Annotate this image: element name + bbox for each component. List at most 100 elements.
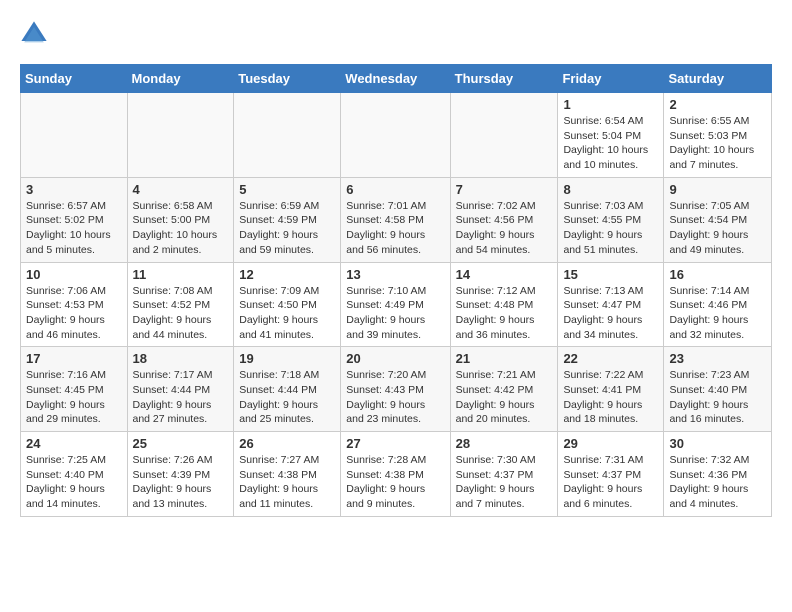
day-number: 25 <box>133 436 229 451</box>
day-cell: 8 Sunrise: 7:03 AM Sunset: 4:55 PM Daylig… <box>558 177 664 262</box>
day-number: 28 <box>456 436 553 451</box>
day-number: 24 <box>26 436 122 451</box>
day-info: Sunrise: 6:57 AM Sunset: 5:02 PM Dayligh… <box>26 199 122 258</box>
day-cell: 20 Sunrise: 7:20 AM Sunset: 4:43 PM Dayli… <box>341 347 450 432</box>
day-cell: 13 Sunrise: 7:10 AM Sunset: 4:49 PM Dayli… <box>341 262 450 347</box>
day-number: 18 <box>133 351 229 366</box>
day-number: 9 <box>669 182 766 197</box>
week-row-5: 24 Sunrise: 7:25 AM Sunset: 4:40 PM Dayli… <box>21 432 772 517</box>
week-row-2: 3 Sunrise: 6:57 AM Sunset: 5:02 PM Daylig… <box>21 177 772 262</box>
header-wednesday: Wednesday <box>341 65 450 93</box>
day-cell: 18 Sunrise: 7:17 AM Sunset: 4:44 PM Dayli… <box>127 347 234 432</box>
day-cell: 6Sunrise: 7:01 AM Sunset: 4:58 PM Daylig… <box>341 177 450 262</box>
day-info: Sunrise: 7:18 AM Sunset: 4:44 PM Dayligh… <box>239 368 335 427</box>
day-info: Sunrise: 7:31 AM Sunset: 4:37 PM Dayligh… <box>563 453 658 512</box>
calendar-table: SundayMondayTuesdayWednesdayThursdayFrid… <box>20 64 772 517</box>
day-cell: 10 Sunrise: 7:06 AM Sunset: 4:53 PM Dayli… <box>21 262 128 347</box>
header-saturday: Saturday <box>664 65 772 93</box>
header-monday: Monday <box>127 65 234 93</box>
day-cell: 24 Sunrise: 7:25 AM Sunset: 4:40 PM Dayli… <box>21 432 128 517</box>
day-info: Sunrise: 7:27 AM Sunset: 4:38 PM Dayligh… <box>239 453 335 512</box>
day-info: Sunrise: 6:59 AM Sunset: 4:59 PM Dayligh… <box>239 199 335 258</box>
day-number: 21 <box>456 351 553 366</box>
day-info: Sunrise: 7:06 AM Sunset: 4:53 PM Dayligh… <box>26 284 122 343</box>
day-info: Sunrise: 7:05 AM Sunset: 4:54 PM Dayligh… <box>669 199 766 258</box>
logo-icon <box>20 20 48 48</box>
week-row-3: 10 Sunrise: 7:06 AM Sunset: 4:53 PM Dayli… <box>21 262 772 347</box>
day-number: 10 <box>26 267 122 282</box>
day-cell: 14Sunrise: 7:12 AM Sunset: 4:48 PM Dayli… <box>450 262 558 347</box>
day-cell: 4 Sunrise: 6:58 AM Sunset: 5:00 PM Daylig… <box>127 177 234 262</box>
day-info: Sunrise: 7:21 AM Sunset: 4:42 PM Dayligh… <box>456 368 553 427</box>
day-number: 8 <box>563 182 658 197</box>
day-number: 26 <box>239 436 335 451</box>
day-info: Sunrise: 7:26 AM Sunset: 4:39 PM Dayligh… <box>133 453 229 512</box>
day-cell <box>127 93 234 178</box>
day-cell: 29 Sunrise: 7:31 AM Sunset: 4:37 PM Dayli… <box>558 432 664 517</box>
day-info: Sunrise: 7:23 AM Sunset: 4:40 PM Dayligh… <box>669 368 766 427</box>
day-info: Sunrise: 7:17 AM Sunset: 4:44 PM Dayligh… <box>133 368 229 427</box>
day-info: Sunrise: 7:08 AM Sunset: 4:52 PM Dayligh… <box>133 284 229 343</box>
day-info: Sunrise: 7:25 AM Sunset: 4:40 PM Dayligh… <box>26 453 122 512</box>
day-number: 4 <box>133 182 229 197</box>
day-number: 22 <box>563 351 658 366</box>
day-info: Sunrise: 6:58 AM Sunset: 5:00 PM Dayligh… <box>133 199 229 258</box>
day-info: Sunrise: 7:32 AM Sunset: 4:36 PM Dayligh… <box>669 453 766 512</box>
day-cell: 7Sunrise: 7:02 AM Sunset: 4:56 PM Daylig… <box>450 177 558 262</box>
day-info: Sunrise: 7:22 AM Sunset: 4:41 PM Dayligh… <box>563 368 658 427</box>
day-number: 19 <box>239 351 335 366</box>
day-info: Sunrise: 7:10 AM Sunset: 4:49 PM Dayligh… <box>346 284 444 343</box>
day-number: 2 <box>669 97 766 112</box>
day-number: 12 <box>239 267 335 282</box>
day-number: 30 <box>669 436 766 451</box>
day-cell: 26 Sunrise: 7:27 AM Sunset: 4:38 PM Dayli… <box>234 432 341 517</box>
day-number: 16 <box>669 267 766 282</box>
header-friday: Friday <box>558 65 664 93</box>
day-number: 29 <box>563 436 658 451</box>
day-info: Sunrise: 7:14 AM Sunset: 4:46 PM Dayligh… <box>669 284 766 343</box>
day-number: 11 <box>133 267 229 282</box>
day-number: 5 <box>239 182 335 197</box>
day-number: 20 <box>346 351 444 366</box>
day-cell: 27 Sunrise: 7:28 AM Sunset: 4:38 PM Dayli… <box>341 432 450 517</box>
day-cell <box>234 93 341 178</box>
day-info: Sunrise: 7:03 AM Sunset: 4:55 PM Dayligh… <box>563 199 658 258</box>
day-cell: 30 Sunrise: 7:32 AM Sunset: 4:36 PM Dayli… <box>664 432 772 517</box>
day-number: 27 <box>346 436 444 451</box>
calendar-header-row: SundayMondayTuesdayWednesdayThursdayFrid… <box>21 65 772 93</box>
day-cell: 1Sunrise: 6:54 AM Sunset: 5:04 PM Daylig… <box>558 93 664 178</box>
header-sunday: Sunday <box>21 65 128 93</box>
day-number: 15 <box>563 267 658 282</box>
day-cell: 3 Sunrise: 6:57 AM Sunset: 5:02 PM Daylig… <box>21 177 128 262</box>
day-cell <box>21 93 128 178</box>
day-info: Sunrise: 7:02 AM Sunset: 4:56 PM Dayligh… <box>456 199 553 258</box>
day-cell: 19 Sunrise: 7:18 AM Sunset: 4:44 PM Dayli… <box>234 347 341 432</box>
day-cell <box>450 93 558 178</box>
day-cell: 12 Sunrise: 7:09 AM Sunset: 4:50 PM Dayli… <box>234 262 341 347</box>
day-number: 6 <box>346 182 444 197</box>
day-cell: 25 Sunrise: 7:26 AM Sunset: 4:39 PM Dayli… <box>127 432 234 517</box>
day-cell: 21 Sunrise: 7:21 AM Sunset: 4:42 PM Dayli… <box>450 347 558 432</box>
header-thursday: Thursday <box>450 65 558 93</box>
day-info: Sunrise: 7:30 AM Sunset: 4:37 PM Dayligh… <box>456 453 553 512</box>
day-info: Sunrise: 6:54 AM Sunset: 5:04 PM Dayligh… <box>563 114 658 173</box>
day-info: Sunrise: 7:12 AM Sunset: 4:48 PM Dayligh… <box>456 284 553 343</box>
day-cell <box>341 93 450 178</box>
day-number: 3 <box>26 182 122 197</box>
day-info: Sunrise: 7:09 AM Sunset: 4:50 PM Dayligh… <box>239 284 335 343</box>
day-number: 17 <box>26 351 122 366</box>
logo <box>20 20 52 48</box>
week-row-1: 1Sunrise: 6:54 AM Sunset: 5:04 PM Daylig… <box>21 93 772 178</box>
day-cell: 11 Sunrise: 7:08 AM Sunset: 4:52 PM Dayli… <box>127 262 234 347</box>
day-info: Sunrise: 7:13 AM Sunset: 4:47 PM Dayligh… <box>563 284 658 343</box>
day-cell: 23Sunrise: 7:23 AM Sunset: 4:40 PM Dayli… <box>664 347 772 432</box>
page-header <box>20 20 772 48</box>
day-number: 13 <box>346 267 444 282</box>
day-info: Sunrise: 6:55 AM Sunset: 5:03 PM Dayligh… <box>669 114 766 173</box>
day-info: Sunrise: 7:28 AM Sunset: 4:38 PM Dayligh… <box>346 453 444 512</box>
header-tuesday: Tuesday <box>234 65 341 93</box>
day-info: Sunrise: 7:20 AM Sunset: 4:43 PM Dayligh… <box>346 368 444 427</box>
day-info: Sunrise: 7:16 AM Sunset: 4:45 PM Dayligh… <box>26 368 122 427</box>
day-cell: 22 Sunrise: 7:22 AM Sunset: 4:41 PM Dayli… <box>558 347 664 432</box>
day-cell: 2 Sunrise: 6:55 AM Sunset: 5:03 PM Daylig… <box>664 93 772 178</box>
